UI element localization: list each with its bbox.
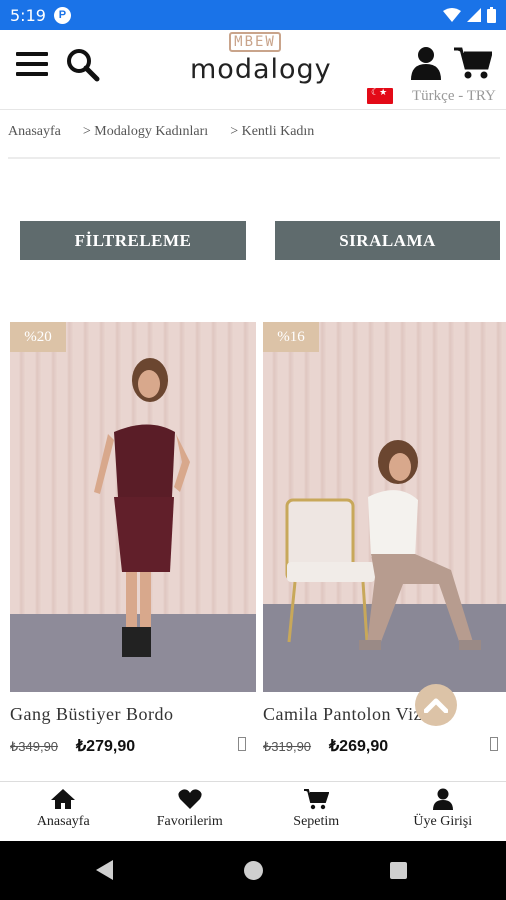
app-header: MBEW modalogy Türkçe - TRY xyxy=(0,30,506,110)
breadcrumb-home[interactable]: Anasayfa xyxy=(8,124,61,140)
product-image[interactable]: %16 xyxy=(263,322,506,692)
back-icon[interactable] xyxy=(96,860,113,880)
wifi-icon xyxy=(443,8,461,22)
cart-icon[interactable] xyxy=(454,46,492,80)
system-navigation-bar xyxy=(0,841,506,900)
tab-login[interactable]: Üye Girişi xyxy=(380,782,506,841)
brand-logo[interactable]: MBEW modalogy xyxy=(190,32,332,108)
breadcrumb: Anasayfa > Modalogy Kadınları > Kentli K… xyxy=(8,124,336,140)
battery-icon xyxy=(487,7,496,23)
signal-icon xyxy=(467,8,481,22)
user-icon xyxy=(432,788,453,810)
menu-icon[interactable] xyxy=(16,52,48,78)
breadcrumb-current[interactable]: > Kentli Kadın xyxy=(230,124,314,140)
home-circle-icon[interactable] xyxy=(244,861,263,880)
heart-icon xyxy=(178,789,202,809)
tab-home[interactable]: Anasayfa xyxy=(0,782,127,841)
status-bar: 5:19 P xyxy=(0,0,506,30)
discount-badge: %16 xyxy=(263,322,319,352)
status-icons xyxy=(443,7,496,23)
tab-label: Anasayfa xyxy=(36,814,90,829)
bottom-tab-bar: Anasayfa Favorilerim Sepetim Üye Girişi xyxy=(0,781,506,841)
filter-button[interactable]: FİLTRELEME xyxy=(20,221,246,260)
bookmark-icon[interactable] xyxy=(238,737,246,751)
search-icon[interactable] xyxy=(66,48,100,82)
product-price: ₺279,90 xyxy=(76,738,136,755)
discount-badge: %20 xyxy=(10,322,66,352)
product-card[interactable]: %16 xyxy=(263,322,506,692)
status-time: 5:19 xyxy=(10,5,46,25)
cart-icon xyxy=(304,789,330,810)
product-price: ₺269,90 xyxy=(329,738,389,755)
language-currency-selector[interactable]: Türkçe - TRY xyxy=(412,88,496,105)
product-card[interactable]: %20 xyxy=(10,322,256,692)
tab-label: Sepetim xyxy=(293,814,340,829)
product-name[interactable]: Gang Büstiyer Bordo xyxy=(10,704,173,725)
tab-label: Üye Girişi xyxy=(413,814,473,829)
chevron-up-icon xyxy=(424,698,448,713)
sort-button[interactable]: SIRALAMA xyxy=(275,221,500,260)
logo-wordmark: modalogy xyxy=(190,54,332,85)
app-notification-icon: P xyxy=(53,6,71,24)
breadcrumb-divider xyxy=(8,157,500,159)
account-icon[interactable] xyxy=(410,46,442,80)
product-old-price: ₺349,90 xyxy=(10,739,59,754)
tab-favorites[interactable]: Favorilerim xyxy=(127,782,254,841)
tab-cart[interactable]: Sepetim xyxy=(253,782,380,841)
recent-apps-icon[interactable] xyxy=(390,862,407,879)
product-old-price: ₺319,90 xyxy=(263,739,312,754)
breadcrumb-women[interactable]: > Modalogy Kadınları xyxy=(83,124,208,140)
logo-monogram: MBEW xyxy=(229,32,281,52)
tab-label: Favorilerim xyxy=(156,814,223,829)
scroll-to-top-button[interactable] xyxy=(415,684,457,726)
turkey-flag-icon[interactable] xyxy=(367,87,393,104)
product-image[interactable]: %20 xyxy=(10,322,256,692)
bookmark-icon[interactable] xyxy=(490,737,498,751)
home-icon xyxy=(51,789,76,809)
